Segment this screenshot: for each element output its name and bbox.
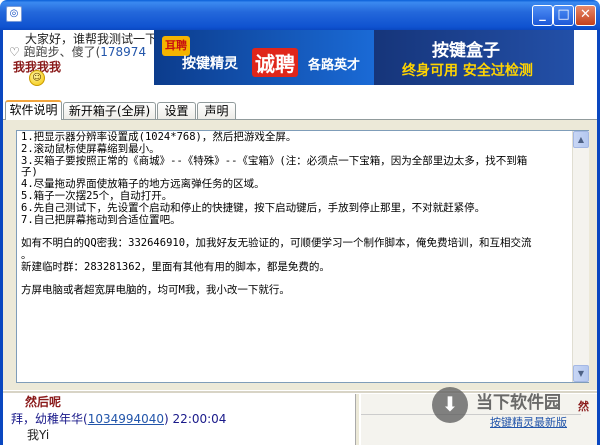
close-button[interactable]: ✕ <box>575 5 596 26</box>
chat-sender-id-link[interactable]: 178974 <box>100 45 146 59</box>
banner-highlight: 诚聘 <box>252 48 298 77</box>
pane-splitter[interactable] <box>355 394 359 445</box>
chat-message-bold: 然后呢 <box>25 395 62 409</box>
download-icon: ⬇ <box>432 387 468 423</box>
smiley-emoticon-icon: ☺ <box>29 70 45 86</box>
chat-sender-id-link[interactable]: 1034994040 <box>88 412 164 426</box>
tab-settings[interactable]: 设置 <box>157 102 196 120</box>
recruit-banner[interactable]: 耳聘 按键精灵 诚聘 各路英才 <box>154 30 374 85</box>
chat-timestamp: ) 22:00:04 <box>164 412 227 426</box>
tab-bar: 软件说明 新开箱子(全屏) 设置 声明 <box>3 100 597 120</box>
minimize-button[interactable]: _ <box>532 5 553 26</box>
right-pane-label: 然 <box>578 400 589 413</box>
scroll-up-button[interactable]: ▲ <box>573 131 589 148</box>
instructions-text: 1.把显示器分辨率设置成(1024*768)，然后把游戏全屏。 2.滚动鼠标使屏… <box>21 131 532 297</box>
scroll-down-button[interactable]: ▼ <box>573 365 589 382</box>
instructions-textarea[interactable]: 1.把显示器分辨率设置成(1024*768)，然后把游戏全屏。 2.滚动鼠标使屏… <box>16 130 589 383</box>
watermark-text: 当下软件园 <box>476 393 561 413</box>
maximize-button[interactable]: □ <box>553 5 574 26</box>
box-banner[interactable]: 按键盒子 终身可用 安全过检测 <box>374 30 574 85</box>
tab-new-box-fullscreen[interactable]: 新开箱子(全屏) <box>63 102 156 120</box>
banner-subtitle: 终身可用 安全过检测 <box>402 63 533 79</box>
banner-brand: 按键精灵 <box>182 56 238 72</box>
tab-panel: 1.把显示器分辨率设置成(1024*768)，然后把游戏全屏。 2.滚动鼠标使屏… <box>3 120 597 390</box>
tab-statement[interactable]: 声明 <box>197 102 236 120</box>
chat-sender-name: ♡ 跑跑步、傻了( <box>9 45 101 59</box>
chat-sender-line: 拜，幼稚年华(1034994040) 22:00:04 <box>11 410 226 427</box>
chat-sender-name: 拜，幼稚年华( <box>11 412 88 426</box>
title-bar[interactable]: ◎ _ □ ✕ <box>0 0 600 30</box>
banner-title: 按键盒子 <box>432 41 500 61</box>
app-icon: ◎ <box>6 6 22 22</box>
ad-link[interactable]: 按键精灵最新版 <box>490 414 567 430</box>
vertical-scrollbar[interactable]: ▲ ▼ <box>572 131 589 382</box>
banner-tagline: 各路英才 <box>308 58 361 73</box>
tab-software-info[interactable]: 软件说明 <box>5 100 62 120</box>
chat-message: 我Yi <box>27 428 50 442</box>
